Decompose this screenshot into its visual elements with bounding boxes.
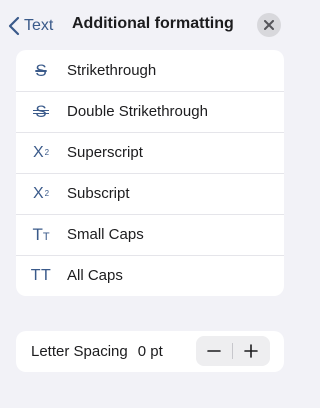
letter-spacing-value: 0 pt <box>137 343 163 360</box>
option-label: Strikethrough <box>67 62 157 79</box>
option-label: Superscript <box>67 144 143 161</box>
small-caps-icon: TT <box>32 224 50 244</box>
strikethrough-icon: S <box>35 60 47 80</box>
option-all-caps[interactable]: TT All Caps <box>16 255 284 296</box>
option-superscript[interactable]: X2 Superscript <box>16 132 284 173</box>
formatting-options-list: S Strikethrough S Double Strikethrough X… <box>16 50 284 296</box>
double-strikethrough-icon: S <box>33 102 50 121</box>
back-button[interactable]: Text <box>8 14 53 38</box>
option-label: Small Caps <box>67 226 144 243</box>
option-strikethrough[interactable]: S Strikethrough <box>16 50 284 91</box>
decrement-button[interactable] <box>196 336 232 366</box>
minus-icon <box>207 350 221 352</box>
all-caps-icon: TT <box>30 266 52 284</box>
page-title: Additional formatting <box>72 15 234 32</box>
option-small-caps[interactable]: TT Small Caps <box>16 214 284 255</box>
option-label: All Caps <box>67 267 123 284</box>
option-label: Double Strikethrough <box>67 103 208 120</box>
option-double-strikethrough[interactable]: S Double Strikethrough <box>16 91 284 132</box>
plus-icon <box>244 344 258 358</box>
close-button[interactable] <box>257 13 281 37</box>
close-icon <box>264 20 274 30</box>
increment-button[interactable] <box>233 336 269 366</box>
subscript-icon: X2 <box>32 184 50 202</box>
option-subscript[interactable]: X2 Subscript <box>16 173 284 214</box>
letter-spacing-stepper <box>196 336 270 366</box>
superscript-icon: X2 <box>32 143 50 161</box>
letter-spacing-label: Letter Spacing <box>31 343 128 360</box>
option-label: Subscript <box>67 185 130 202</box>
back-label: Text <box>24 17 54 34</box>
chevron-left-icon <box>8 16 20 36</box>
letter-spacing-row: Letter Spacing 0 pt <box>16 331 284 372</box>
header-bar: Text Additional formatting <box>0 0 300 52</box>
